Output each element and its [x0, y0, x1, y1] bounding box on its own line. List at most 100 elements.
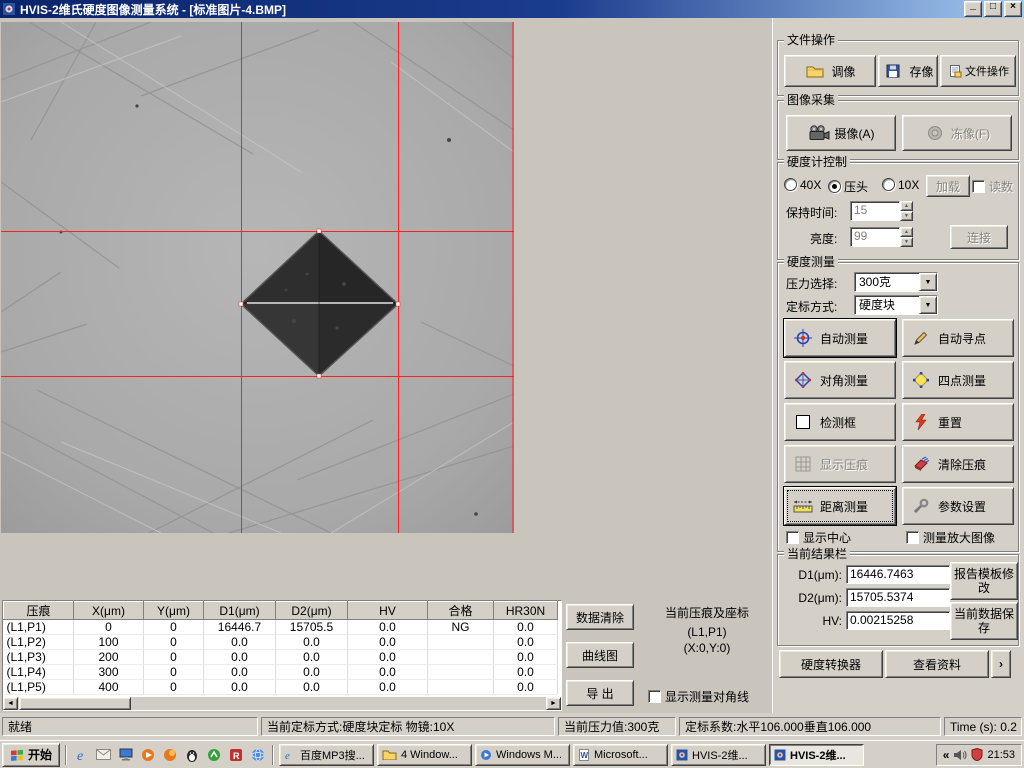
scrollbar-thumb[interactable]: [19, 697, 131, 710]
horizontal-scrollbar[interactable]: ◄ ►: [3, 697, 561, 710]
msn-icon[interactable]: [204, 745, 223, 764]
close-button[interactable]: ×: [1004, 1, 1022, 17]
pressure-select[interactable]: 300克 ▼: [854, 272, 938, 292]
minimize-button[interactable]: _: [964, 1, 982, 17]
adjust-image-label: 调像: [831, 63, 855, 80]
media-player-icon: [480, 749, 492, 761]
taskbar-task-baidu[interactable]: e 百度MP3搜...: [279, 744, 374, 766]
save-image-button[interactable]: 存像: [878, 55, 938, 87]
taskbar-task-windows-group[interactable]: 4 Window...: [377, 744, 472, 766]
freeze-button[interactable]: 冻像(F): [902, 115, 1012, 151]
dropdown-arrow-icon[interactable]: ▼: [919, 296, 937, 314]
taskbar: 开始 e R e 百度MP3搜... 4 Window... Windows M…: [0, 740, 1024, 768]
diagonal-measure-button[interactable]: 对角测量: [784, 361, 896, 399]
microscope-image[interactable]: [1, 22, 514, 533]
report-template-button[interactable]: 报告模板修改: [950, 562, 1018, 600]
realplayer-icon[interactable]: R: [226, 745, 245, 764]
media-player-icon[interactable]: [138, 745, 157, 764]
distance-measure-button[interactable]: 距离测量: [784, 487, 896, 525]
reset-button[interactable]: 重置: [902, 403, 1014, 441]
d1-field[interactable]: 16446.7463: [846, 565, 950, 584]
volume-icon[interactable]: [953, 749, 967, 761]
col-pass[interactable]: 合格: [428, 602, 494, 620]
current-indent-coord: (X:0,Y:0): [644, 641, 770, 655]
clear-indent-button[interactable]: 清除压痕: [902, 445, 1014, 483]
maximize-button[interactable]: □: [984, 1, 1002, 17]
param-settings-button[interactable]: 参数设置: [902, 487, 1014, 525]
ie-icon[interactable]: e: [72, 745, 91, 764]
antivirus-shield-icon[interactable]: [971, 748, 983, 761]
hold-time-spinner[interactable]: ▲▼: [900, 201, 913, 219]
col-hv[interactable]: HV: [348, 602, 428, 620]
col-x[interactable]: X(μm): [74, 602, 144, 620]
table-row[interactable]: (L1,P3)20000.00.00.00.0: [4, 650, 558, 665]
show-desktop-icon[interactable]: [116, 745, 135, 764]
taskbar-task-hvis-1[interactable]: HVIS-2维...: [671, 744, 766, 766]
brightness-spinner[interactable]: ▲▼: [900, 227, 913, 245]
brightness-field[interactable]: 99: [850, 227, 900, 247]
save-data-button[interactable]: 当前数据保存: [950, 602, 1018, 640]
firefox-icon[interactable]: [160, 745, 179, 764]
four-point-measure-button[interactable]: 四点测量: [902, 361, 1014, 399]
calibration-select[interactable]: 硬度块 ▼: [854, 295, 938, 315]
tray-clock[interactable]: 21:53: [987, 749, 1015, 761]
view-docs-button[interactable]: 查看资料: [885, 650, 989, 678]
table-row[interactable]: (L1,P4)30000.00.00.00.0: [4, 665, 558, 680]
table-header-row[interactable]: 压痕 X(μm) Y(μm) D1(μm) D2(μm) HV 合格 HR30N: [4, 602, 558, 620]
load-label: 加载: [936, 178, 960, 195]
read-checkbox-row[interactable]: 读数: [972, 178, 1013, 195]
curve-chart-button[interactable]: 曲线图: [566, 642, 634, 668]
col-hr30n[interactable]: HR30N: [494, 602, 558, 620]
col-y[interactable]: Y(μm): [144, 602, 204, 620]
windows-logo-icon: [10, 748, 25, 761]
clear-data-button[interactable]: 数据清除: [566, 604, 634, 630]
camera-button[interactable]: 摄像(A): [786, 115, 896, 151]
d1-value: 16446.7463: [850, 567, 913, 581]
table-row[interactable]: (L1,P5)40000.00.00.00.0: [4, 680, 558, 695]
d2-field[interactable]: 15705.5374: [846, 588, 950, 607]
svg-text:e: e: [77, 749, 83, 762]
scroll-left-icon[interactable]: ◄: [3, 697, 18, 710]
status-ready: 就绪: [2, 717, 258, 736]
scroll-right-icon[interactable]: ►: [546, 697, 561, 710]
connect-button[interactable]: 连接: [950, 225, 1008, 249]
svg-text:e: e: [285, 750, 290, 761]
file-operations-button[interactable]: 文件操作: [940, 55, 1016, 87]
taskbar-task-microsoft[interactable]: W Microsoft...: [573, 744, 668, 766]
show-indent-button[interactable]: 显示压痕: [784, 445, 896, 483]
tray-expand-icon[interactable]: «: [943, 748, 950, 762]
show-center-checkbox-row[interactable]: 显示中心: [786, 529, 851, 546]
svg-text:W: W: [581, 751, 589, 760]
hv-field[interactable]: 0.00215258: [846, 611, 950, 630]
mail-icon[interactable]: [94, 745, 113, 764]
file-operations-group: 文件操作 调像 存像 文件操作: [777, 40, 1019, 96]
hold-time-field[interactable]: 15: [850, 201, 900, 221]
hardness-converter-button[interactable]: 硬度转换器: [779, 650, 883, 678]
show-diagonal-checkbox-row[interactable]: 显示测量对角线: [648, 688, 749, 705]
col-d1[interactable]: D1(μm): [204, 602, 276, 620]
window-title: HVIS-2维氏硬度图像测量系统 - [标准图片-4.BMP]: [20, 1, 962, 18]
view-docs-label: 查看资料: [913, 656, 961, 673]
browser-globe-icon[interactable]: [248, 745, 267, 764]
export-button[interactable]: 导 出: [566, 680, 634, 706]
table-row[interactable]: (L1,P1)0016446.715705.50.0NG0.0: [4, 620, 558, 635]
auto-find-icon: [910, 330, 932, 346]
qq-icon[interactable]: [182, 745, 201, 764]
measure-zoom-checkbox-row[interactable]: 测量放大图像: [906, 529, 995, 546]
start-button[interactable]: 开始: [2, 743, 60, 767]
radio-40x[interactable]: 40X: [784, 178, 821, 192]
col-indent[interactable]: 压痕: [4, 602, 74, 620]
taskbar-task-windows-media[interactable]: Windows M...: [475, 744, 570, 766]
auto-measure-button[interactable]: 自动测量: [784, 319, 896, 357]
table-row[interactable]: (L1,P2)10000.00.00.00.0: [4, 635, 558, 650]
detect-box-button[interactable]: 检测框: [784, 403, 896, 441]
more-button[interactable]: ›: [991, 650, 1011, 678]
auto-find-button[interactable]: 自动寻点: [902, 319, 1014, 357]
col-d2[interactable]: D2(μm): [276, 602, 348, 620]
radio-indenter[interactable]: 压头: [828, 178, 868, 195]
taskbar-task-hvis-2-active[interactable]: HVIS-2维...: [769, 744, 864, 766]
adjust-image-button[interactable]: 调像: [784, 55, 876, 87]
load-button[interactable]: 加载: [926, 175, 970, 197]
dropdown-arrow-icon[interactable]: ▼: [919, 273, 937, 291]
radio-10x[interactable]: 10X: [882, 178, 919, 192]
